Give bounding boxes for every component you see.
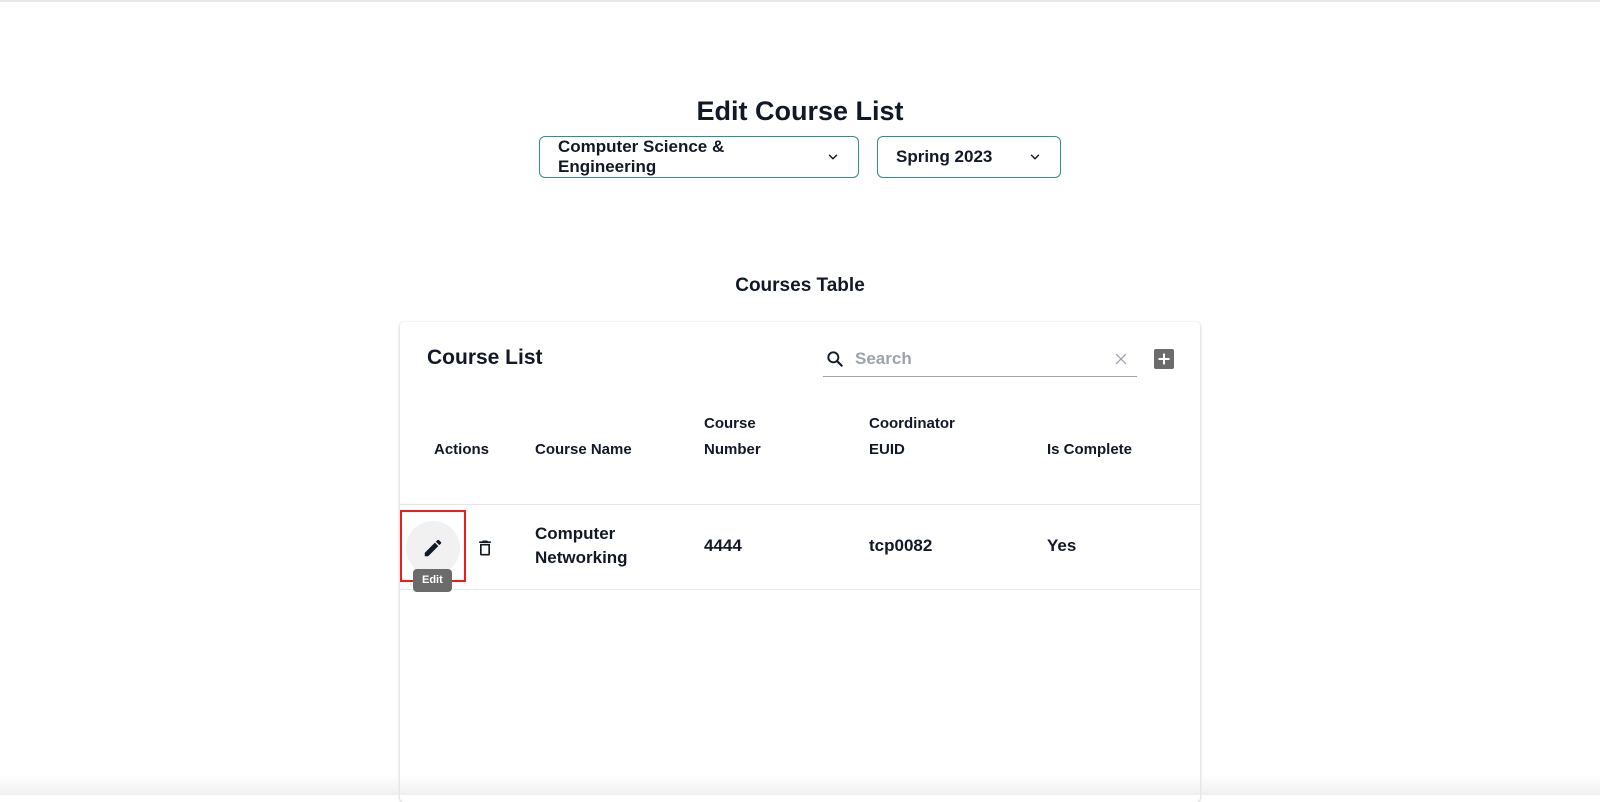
- trash-icon: [475, 537, 495, 559]
- edit-tooltip: Edit: [413, 569, 452, 592]
- table-title: Course List: [427, 346, 543, 369]
- cell-is-complete: Yes: [1047, 536, 1077, 555]
- top-divider: [0, 0, 1600, 2]
- close-icon[interactable]: [1113, 351, 1129, 367]
- edit-button[interactable]: [406, 521, 460, 575]
- search-bar: [823, 342, 1137, 377]
- department-select[interactable]: Computer Science & Engineering: [539, 136, 859, 178]
- table-row: Computer Networking 4444 tcp0082 Yes: [400, 505, 1200, 590]
- table-header: Actions Course Name Course Number Coordi…: [400, 396, 1200, 505]
- page-title: Edit Course List: [696, 96, 904, 126]
- plus-box-icon: [1157, 352, 1171, 366]
- column-header-course-number: Course Number: [704, 415, 761, 458]
- column-header-course-name: Course Name: [535, 441, 632, 458]
- course-list-card: Course List Actions Course Name Course N…: [400, 322, 1200, 802]
- column-header-is-complete: Is Complete: [1047, 441, 1133, 458]
- add-course-button[interactable]: [1154, 349, 1174, 369]
- column-header-actions: Actions: [434, 441, 490, 458]
- delete-button[interactable]: [470, 533, 500, 563]
- department-select-value: Computer Science & Engineering: [558, 137, 725, 176]
- search-input[interactable]: [853, 348, 1097, 370]
- column-header-coordinator: Coordinator EUID: [869, 415, 955, 458]
- pencil-icon: [422, 537, 444, 559]
- term-select[interactable]: Spring 2023: [877, 136, 1061, 178]
- cell-coordinator: tcp0082: [869, 536, 933, 555]
- chevron-down-icon: [826, 150, 840, 164]
- cell-course-number: 4444: [704, 536, 742, 555]
- search-icon: [825, 349, 845, 369]
- chevron-down-icon: [1028, 150, 1042, 164]
- term-select-value: Spring 2023: [896, 147, 993, 166]
- cell-course-name: Computer Networking: [535, 524, 628, 567]
- section-title: Courses Table: [735, 275, 865, 296]
